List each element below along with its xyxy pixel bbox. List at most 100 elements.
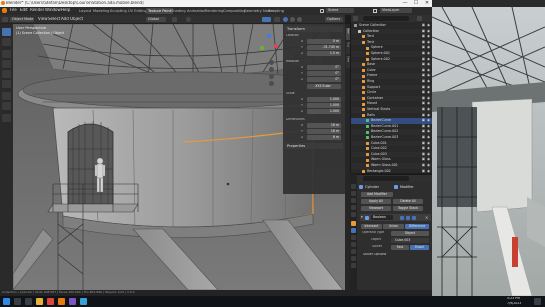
visibility-eye-icon[interactable]: ◉: [427, 124, 430, 129]
menu-help[interactable]: Help: [61, 8, 70, 13]
render-camera-icon[interactable]: ▣: [422, 29, 425, 34]
task-view-icon[interactable]: [25, 298, 32, 305]
visibility-eye-icon[interactable]: ◉: [427, 63, 430, 67]
render-camera-icon[interactable]: ▣: [422, 135, 425, 140]
proportional-edit-icon[interactable]: [186, 17, 191, 22]
mode-union-button[interactable]: Union: [383, 224, 404, 229]
shading-material-icon[interactable]: [290, 17, 295, 22]
rotate-tool-icon[interactable]: [2, 60, 11, 68]
npanel-tab-tool[interactable]: Tool: [345, 42, 350, 54]
menu-window[interactable]: Window: [45, 8, 61, 13]
transform-tool-icon[interactable]: [2, 80, 11, 88]
visibility-eye-icon[interactable]: ◉: [427, 40, 430, 45]
tool-tab-icon[interactable]: [351, 184, 356, 189]
axis-y-icon[interactable]: [260, 46, 264, 50]
viewport-menu-object[interactable]: Object: [70, 17, 83, 22]
visibility-eye-icon[interactable]: ◉: [427, 79, 430, 84]
render-camera-icon[interactable]: ▣: [422, 23, 425, 28]
view-layer-selector[interactable]: ViewLayer: [380, 8, 412, 13]
modifier-tab-icon[interactable]: [351, 228, 356, 233]
visibility-eye-icon[interactable]: ◉: [427, 96, 430, 101]
render-camera-icon[interactable]: ▣: [422, 113, 425, 118]
menu-file[interactable]: File: [10, 8, 17, 13]
xray-icon[interactable]: [274, 17, 280, 22]
render-camera-icon[interactable]: ▣: [422, 85, 425, 90]
outliner-editor-icon[interactable]: [353, 16, 358, 21]
render-camera-icon[interactable]: ▣: [422, 68, 425, 73]
visibility-eye-icon[interactable]: ◉: [427, 113, 430, 118]
object-tab-icon[interactable]: [351, 221, 356, 226]
visibility-eye-icon[interactable]: ◉: [427, 46, 430, 50]
visibility-eye-icon[interactable]: ◉: [427, 163, 430, 168]
render-camera-icon[interactable]: ▣: [422, 147, 425, 151]
solver-exact-button[interactable]: Exact: [410, 245, 429, 250]
render-camera-icon[interactable]: ▣: [422, 130, 425, 134]
visibility-eye-icon[interactable]: ◉: [427, 119, 430, 123]
render-camera-icon[interactable]: ▣: [422, 107, 425, 112]
shading-rendered-icon[interactable]: [297, 17, 302, 22]
shading-solid-icon[interactable]: [283, 17, 288, 22]
notifications-icon[interactable]: [534, 298, 541, 305]
location-x-field[interactable]: 0 m: [307, 39, 341, 44]
render-camera-icon[interactable]: ▣: [422, 163, 425, 168]
render-camera-icon[interactable]: ▣: [422, 91, 425, 95]
annotate-tool-icon[interactable]: [2, 92, 11, 100]
snap-icon[interactable]: [172, 17, 177, 22]
photos-taskbar-icon[interactable]: [80, 298, 87, 305]
visibility-eye-icon[interactable]: ◉: [427, 107, 430, 112]
rotation-mode-selector[interactable]: XYZ Euler: [307, 84, 341, 89]
render-camera-icon[interactable]: ▣: [422, 63, 425, 67]
overlay-icon[interactable]: [262, 17, 271, 22]
visibility-eye-icon[interactable]: ◉: [427, 158, 430, 162]
visibility-eye-icon[interactable]: ◉: [427, 102, 430, 106]
visibility-eye-icon[interactable]: ◉: [427, 74, 430, 78]
constraints-tab-icon[interactable]: [351, 249, 356, 254]
scale-z-field[interactable]: 1.000: [307, 109, 341, 114]
delete-all-button[interactable]: Delete All: [393, 199, 423, 204]
visibility-eye-icon[interactable]: ◉: [427, 35, 430, 39]
npanel-tab-view[interactable]: View: [345, 56, 350, 68]
add-modifier-button[interactable]: Add Modifier: [361, 192, 393, 197]
render-camera-icon[interactable]: ▣: [422, 124, 425, 129]
visibility-eye-icon[interactable]: ◉: [427, 130, 430, 134]
world-tab-icon[interactable]: [351, 212, 356, 217]
select-box-tool-icon[interactable]: [2, 28, 11, 36]
expand-chevron-icon[interactable]: ▾: [361, 215, 363, 220]
render-camera-icon[interactable]: ▣: [422, 46, 425, 50]
editor-type-icon[interactable]: [2, 17, 8, 22]
viewport-menu-add[interactable]: Add: [61, 17, 69, 22]
physics-tab-icon[interactable]: [351, 242, 356, 247]
navigation-gizmo[interactable]: [258, 34, 280, 56]
dimensions-x-field[interactable]: 18 m: [307, 123, 341, 128]
visibility-eye-icon[interactable]: ◉: [427, 141, 430, 146]
search-icon[interactable]: [14, 298, 21, 305]
transform-orientation-selector[interactable]: Global: [146, 17, 166, 22]
measure-tool-icon[interactable]: [2, 102, 11, 110]
visibility-eye-icon[interactable]: ◉: [427, 91, 430, 95]
data-tab-icon[interactable]: [351, 256, 356, 261]
solver-fast-button[interactable]: Fast: [391, 245, 409, 250]
output-tab-icon[interactable]: [351, 198, 356, 203]
npanel-tab-item[interactable]: Item: [345, 28, 350, 40]
viewport-button[interactable]: Viewport: [361, 206, 391, 211]
menu-edit[interactable]: Edit: [20, 8, 28, 13]
modifier-close-icon[interactable]: ×: [425, 215, 428, 220]
render-camera-icon[interactable]: ▣: [422, 35, 425, 39]
render-tab-icon[interactable]: [351, 191, 356, 196]
visibility-eye-icon[interactable]: ◉: [427, 169, 430, 174]
filter-icon[interactable]: [417, 16, 422, 21]
axis-x-icon[interactable]: [274, 44, 278, 48]
render-camera-icon[interactable]: ▣: [422, 102, 425, 106]
browser-icon[interactable]: [47, 298, 54, 305]
visibility-eye-icon[interactable]: ◉: [427, 57, 430, 62]
render-camera-icon[interactable]: ▣: [422, 51, 425, 56]
render-toggle-icon[interactable]: [412, 215, 416, 220]
visibility-eye-icon[interactable]: ◉: [427, 135, 430, 140]
blender-taskbar-icon[interactable]: [58, 298, 65, 305]
apply-all-button[interactable]: Apply All: [361, 199, 391, 204]
options-button[interactable]: Options: [325, 17, 343, 22]
pan-icon[interactable]: [269, 67, 274, 72]
render-camera-icon[interactable]: ▣: [422, 74, 425, 78]
mode-selector[interactable]: Object Mode: [10, 17, 34, 22]
start-menu-icon[interactable]: [3, 298, 10, 305]
